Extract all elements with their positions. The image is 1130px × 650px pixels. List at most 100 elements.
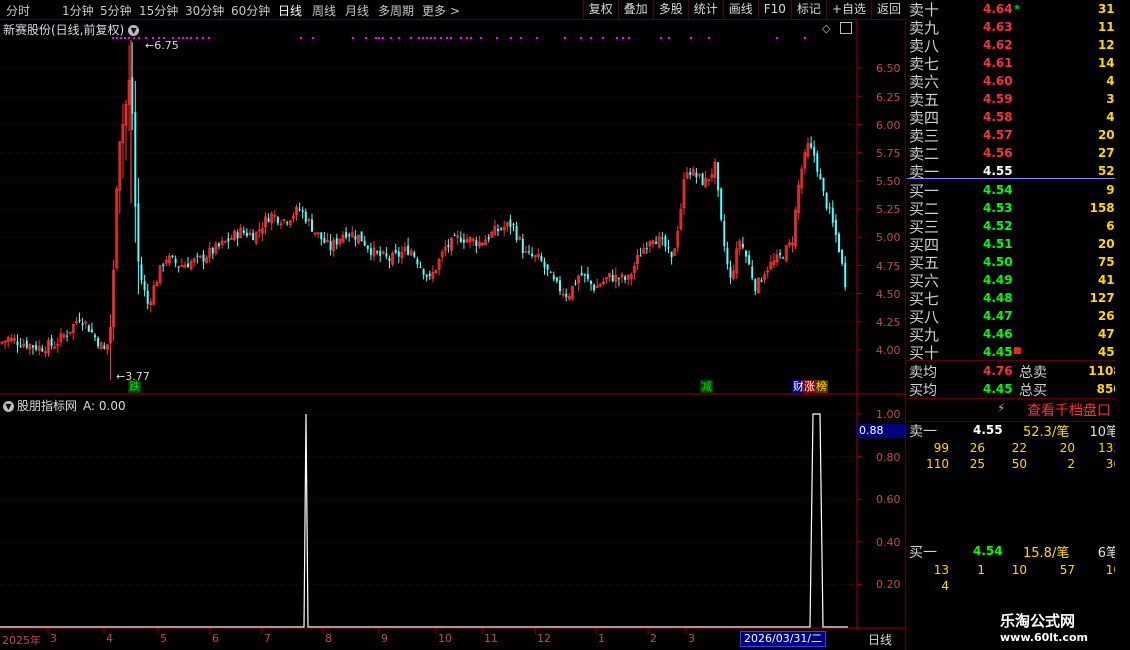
star-icon: ★ [1013,3,1022,13]
signal-dot [660,37,662,39]
candle-body [760,280,763,282]
queue-order-size: 26 [969,441,985,455]
divider [907,360,1130,361]
multi-stock-button[interactable]: 多股 [652,0,688,19]
signal-dot [440,37,442,39]
candle-body [245,232,248,237]
signal-dot [776,37,778,39]
tab-period-more[interactable]: 更多 > [422,2,460,19]
event-marker-reduce[interactable]: 减 [700,380,713,393]
ask-level-row[interactable]: 卖九 4.63 119 [907,18,1123,37]
level-price: 4.51 [983,237,1013,251]
tab-period-multi[interactable]: 多周期 [378,2,414,19]
indicator-line [0,413,848,628]
candle-body [611,274,614,282]
y-tick: 6.00 [876,119,901,132]
signal-dot [446,37,448,39]
bid-level-row[interactable]: 买五 4.50 752 [907,253,1123,272]
mark-button[interactable]: 标记 [790,0,826,19]
level-price: 4.60 [983,74,1013,88]
ten-level-button[interactable]: ⚡ 查看千档盘口 [907,398,1130,422]
axis-layer [0,0,906,650]
candle-body [574,283,577,285]
diamond-icon[interactable]: ◇ [822,22,830,35]
back-button[interactable]: 返回 [870,0,906,19]
tab-period-intraday[interactable]: 分时 [6,2,30,19]
bid-level-row[interactable]: 买八 4.47 269 [907,307,1123,326]
candle-body [819,174,822,180]
tab-period-weekly[interactable]: 周线 [312,2,336,19]
restore-rights-button[interactable]: 复权 [582,0,618,19]
candle-body [639,255,642,257]
candle-body [236,232,239,239]
statistics-button[interactable]: 统计 [687,0,723,19]
candle-body [617,278,620,280]
draw-line-button[interactable]: 画线 [722,0,758,19]
candle-body [311,219,313,232]
window-toggle-icon[interactable] [840,22,852,34]
bid-level-row[interactable]: 买四 4.51 202 [907,235,1123,254]
buy-queue-header: 买一 4.54 15.8/笔 6笔 [909,544,1119,561]
chart-title: 新赛股份(日线,前复权) ▼ [3,21,140,38]
y-tick: 4.25 [876,316,901,329]
ask-level-row[interactable]: 卖二 4.56 271 [907,144,1123,163]
candle-body [32,345,34,348]
candle-body [25,340,28,348]
tab-period-5min[interactable]: 5分钟 [100,2,132,19]
indicator-name: 股朋指标网 [17,399,78,413]
level-price: 4.53 [983,201,1013,215]
bid-level-row[interactable]: 买三4.5262 [907,217,1123,236]
candle-body [546,264,549,270]
signal-dots [112,37,806,39]
ask-level-row[interactable]: 卖五4.5933 [907,90,1123,109]
chevron-down-icon[interactable]: ▼ [128,25,140,36]
y-tick: 5.00 [876,231,901,244]
candle-body [379,250,382,257]
candle-body [19,345,22,347]
ask-level-row[interactable]: 卖四4.5847 [907,108,1123,127]
queue-order-size: 99 [933,441,949,455]
bid-level-row[interactable]: 买九 4.46 479 [907,325,1123,344]
bid-level-row[interactable]: 买二 4.53 1581 [907,199,1123,218]
bid-level-row[interactable]: 买一4.5495 [907,181,1123,200]
candle-body [555,277,558,282]
bid-level-row[interactable]: 买十 4.45 451 ■ [907,343,1123,362]
indicator-y-tick: 1.00 [876,408,901,421]
overlay-button[interactable]: 叠加 [617,0,653,19]
x-axis-month: 2 [650,632,657,645]
signal-dot [536,37,538,39]
ask-level-row[interactable]: 卖七 4.61 146 [907,54,1123,73]
y-tick: 4.00 [876,344,901,357]
tab-period-15min[interactable]: 15分钟 [139,2,178,19]
y-tick: 4.50 [876,288,901,301]
signal-dot [602,37,604,39]
tab-period-60min[interactable]: 60分钟 [231,2,270,19]
bid-level-row[interactable]: 买六 4.49 416 [907,271,1123,290]
signal-dot [580,37,582,39]
event-marker-fall[interactable]: 跌 [128,380,141,393]
chart-canvas[interactable] [0,0,906,650]
ask-level-row[interactable]: 卖八 4.62 125 [907,36,1123,55]
f10-button[interactable]: F10 [757,0,791,19]
x-axis-month: 9 [381,632,388,645]
ask-level-row[interactable]: 卖六4.6042 [907,72,1123,91]
add-watchlist-button[interactable]: +自选 [825,0,871,19]
tab-period-monthly[interactable]: 月线 [345,2,369,19]
candle-body [376,251,379,253]
ask-level-row[interactable]: 卖十 4.64 316 ★ [907,0,1123,19]
tab-period-daily[interactable]: 日线 [278,2,302,19]
signal-dot [378,37,380,39]
candle-body [363,240,366,246]
grid-layer [0,67,856,585]
tab-period-1min[interactable]: 1分钟 [62,2,94,19]
level-price: 4.56 [983,146,1013,160]
candle-body [16,341,19,346]
ask-level-row[interactable]: 卖三 4.57 200 [907,126,1123,145]
tab-period-30min[interactable]: 30分钟 [185,2,224,19]
event-marker-list[interactable]: 榜 [815,380,828,393]
chevron-down-icon[interactable]: ▼ [3,401,14,412]
x-axis-month: 5 [160,632,167,645]
candle-body [509,219,512,227]
indicator-value: A: 0.00 [83,399,126,413]
bid-level-row[interactable]: 买七 4.48 1275 [907,289,1123,308]
